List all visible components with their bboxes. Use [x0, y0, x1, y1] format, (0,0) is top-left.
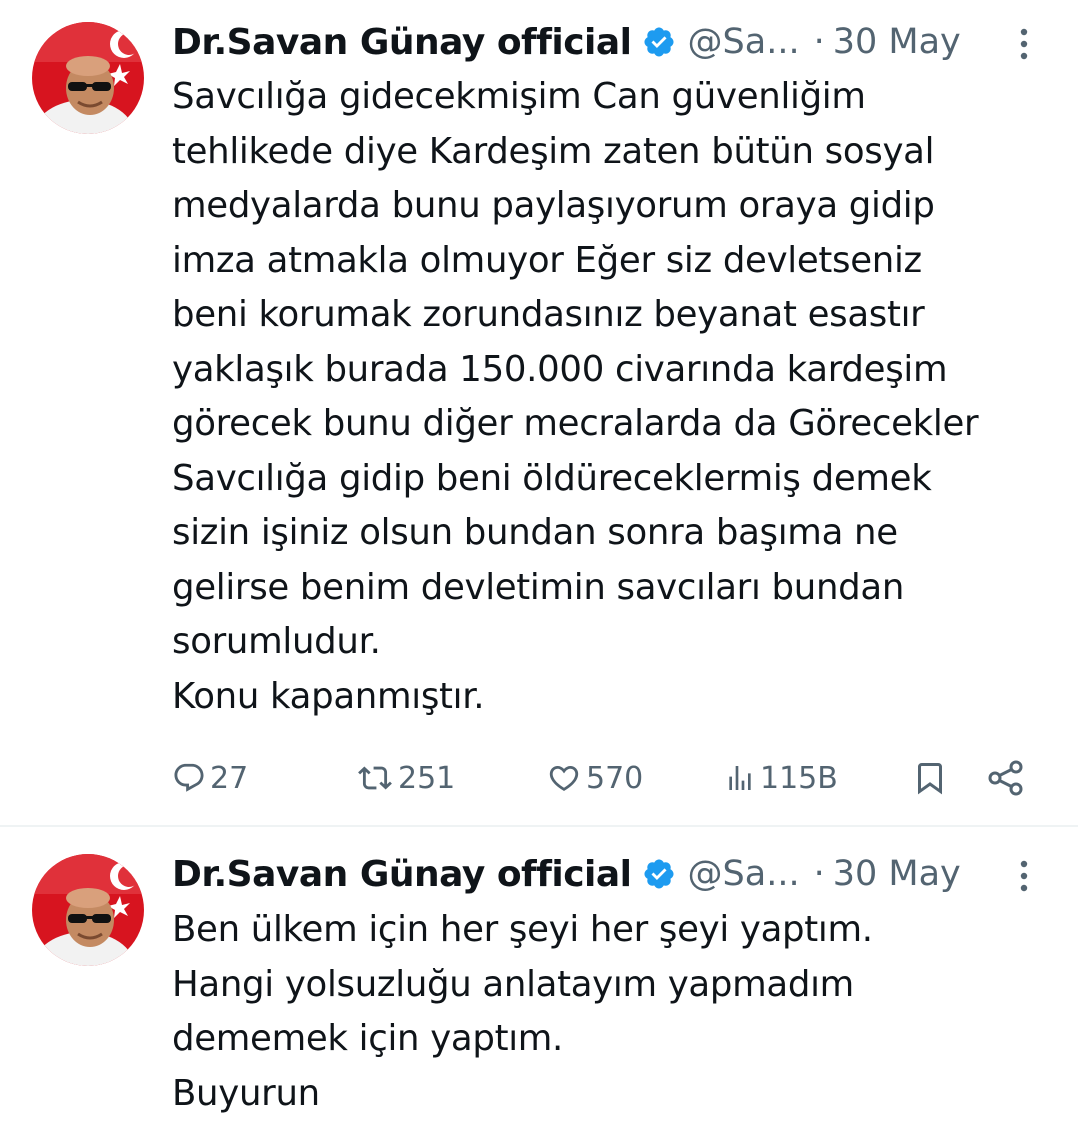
author-name[interactable]: Dr.Savan Günay official	[172, 854, 632, 895]
tweet-text-line: dememek için yaptım.	[172, 1018, 564, 1059]
tweet-text-line: Savcılığa gidip beni öldüreceklermiş dem…	[172, 457, 932, 499]
tweet-text-line: Ben ülkem için her şeyi her şeyi yaptım.	[172, 909, 873, 950]
verified-badge-icon	[642, 25, 676, 59]
reply-icon	[172, 761, 206, 795]
tweet[interactable]: Dr.Savan Günay official @Sa... · 30 May …	[0, 826, 1078, 1144]
bookmark-icon	[912, 759, 948, 797]
author-name[interactable]: Dr.Savan Günay official	[172, 22, 632, 63]
tweet-text-line: Hangi yolsuzluğu anlatayım yapmadım	[172, 963, 854, 1005]
retweet-button[interactable]: 251	[356, 748, 455, 808]
avatar[interactable]	[32, 854, 144, 966]
author-handle[interactable]: @Sa...	[688, 854, 800, 894]
retweet-count: 251	[398, 760, 456, 796]
tweet-text: Savcılığa gidecekmişim Can güvenliğim te…	[172, 70, 1052, 724]
avatar[interactable]	[32, 22, 144, 134]
tweet-text-line: görecek bunu diğer mecralarda da Görecek…	[172, 403, 979, 444]
like-button[interactable]: 570	[546, 748, 643, 808]
tweet-text-line: Buyurun	[172, 1072, 320, 1114]
tweet-text-line: sizin işiniz olsun bundan sonra başıma n…	[172, 512, 898, 553]
share-icon	[986, 758, 1026, 798]
tweet-actions: 27 251 570 115B	[172, 748, 1052, 808]
tweet-text-line: Savcılığa gidecekmişim Can güvenliğim	[172, 76, 866, 117]
retweet-icon	[356, 761, 394, 795]
tweet-text-line: yaklaşık burada 150.000 civarında kardeş…	[172, 348, 948, 390]
views-count: 115B	[760, 760, 838, 796]
tweet-header: Dr.Savan Günay official @Sa... · 30 May	[172, 846, 1052, 902]
verified-badge-icon	[642, 857, 676, 891]
tweet-text-line: medyalarda bunu paylaşıyorum oraya gidip	[172, 185, 935, 226]
more-vertical-icon[interactable]	[1012, 856, 1036, 896]
like-count: 570	[586, 760, 644, 796]
tweet[interactable]: Dr.Savan Günay official @Sa... · 30 May …	[0, 0, 1078, 826]
reply-count: 27	[210, 760, 249, 796]
share-button[interactable]	[986, 748, 1026, 808]
views-icon	[724, 761, 756, 795]
separator-dot: ·	[813, 854, 825, 894]
tweet-header: Dr.Savan Günay official @Sa... · 30 May	[172, 14, 1052, 70]
tweet-text: Ben ülkem için her şeyi her şeyi yaptım.…	[172, 903, 1052, 1121]
more-vertical-icon[interactable]	[1012, 24, 1036, 64]
reply-button[interactable]: 27	[172, 748, 248, 808]
separator-dot: ·	[813, 22, 825, 62]
tweet-date[interactable]: 30 May	[833, 22, 961, 62]
tweet-text-line: Konu kapanmıştır.	[172, 675, 485, 717]
tweet-text-line: sorumludur.	[172, 621, 381, 662]
tweet-text-line: beni korumak zorundasınız beyanat esastı…	[172, 294, 925, 335]
tweet-date[interactable]: 30 May	[833, 854, 961, 894]
tweet-text-line: gelirse benim devletimin savcıları bunda…	[172, 566, 905, 608]
tweet-text-line: tehlikede diye Kardeşim zaten bütün sosy…	[172, 130, 935, 172]
author-handle[interactable]: @Sa...	[688, 22, 800, 62]
views-button[interactable]: 115B	[724, 748, 838, 808]
tweet-text-line: imza atmakla olmuyor Eğer siz devletseni…	[172, 239, 922, 281]
bookmark-button[interactable]	[912, 748, 948, 808]
heart-icon	[546, 761, 582, 795]
